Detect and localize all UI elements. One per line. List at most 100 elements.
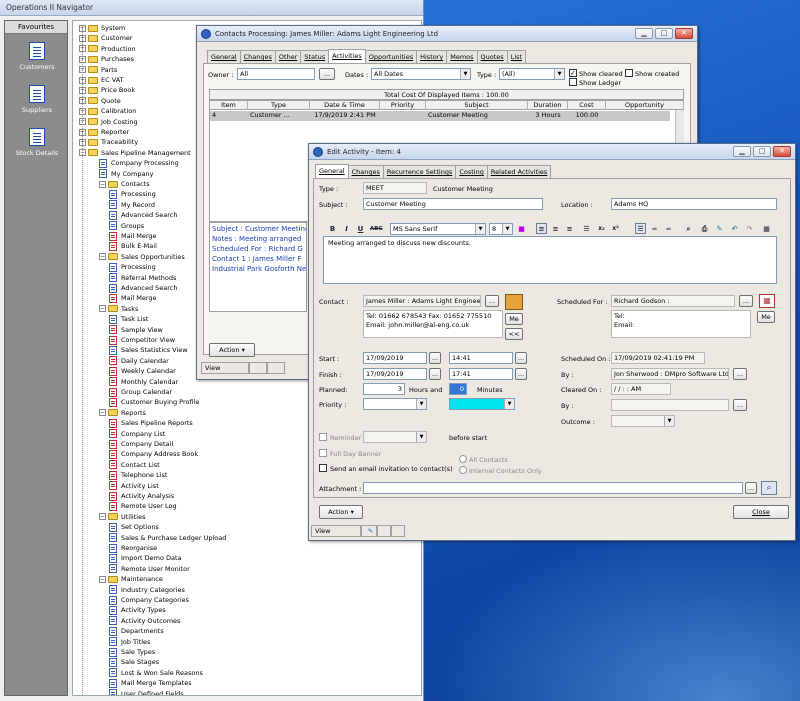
tree-item[interactable]: Processing [109, 189, 156, 199]
attachment-field[interactable] [363, 482, 743, 494]
tree-item[interactable]: Referral Methods [109, 273, 176, 283]
close-button[interactable]: ✕ [675, 28, 693, 39]
tree-item[interactable]: + Customer [79, 33, 133, 43]
tree-item[interactable]: Sales Pipeline Reports [109, 418, 193, 428]
align-left-icon[interactable]: ≡ [536, 223, 547, 234]
redo-icon[interactable]: ↷ [744, 223, 755, 234]
tree-item[interactable]: Competitor View [109, 335, 175, 345]
start-time-field[interactable]: 14:41 [449, 352, 513, 364]
show-cleared-checkbox[interactable]: ✓ [569, 69, 577, 77]
tree-item[interactable]: Company Address Book [109, 449, 198, 459]
superscript-icon[interactable]: x² [610, 223, 621, 234]
tree-item[interactable]: Mail Merge Templates [109, 678, 192, 688]
italic-button[interactable]: I [341, 223, 352, 234]
send-email-checkbox[interactable] [319, 464, 327, 472]
tab-memos[interactable]: Memos [446, 50, 478, 63]
show-ledger-checkbox[interactable] [569, 78, 577, 86]
maximize-button[interactable]: □ [655, 28, 673, 39]
font-name-select[interactable]: MS Sans Serif ▼ [390, 223, 486, 235]
tree-item[interactable]: + Quote [79, 96, 121, 106]
tab-changes[interactable]: Changes [347, 165, 384, 178]
tree-item[interactable]: Sales & Purchase Ledger Upload [109, 533, 226, 543]
reminder-checkbox[interactable] [319, 433, 327, 441]
subject-field[interactable]: Customer Meeting [363, 198, 543, 210]
column-header[interactable]: Cost [568, 101, 606, 110]
owner-field[interactable]: All [237, 68, 315, 80]
collapse-icon[interactable]: − [99, 575, 106, 583]
tree-item[interactable]: Sales Statistics View [109, 345, 188, 355]
tree-item[interactable]: Activity Types [109, 605, 166, 615]
tree-item[interactable]: Groups [109, 221, 144, 231]
close-dialog-button[interactable]: Close [733, 505, 789, 519]
tree-item[interactable]: Mail Merge [109, 293, 157, 303]
indent-left-icon[interactable]: ☰ [635, 223, 646, 234]
table-row[interactable]: 4 Customer ... 17/9/2019 2:41 PM Customer M… [210, 111, 670, 121]
strikethrough-button[interactable]: ABC [369, 223, 383, 234]
tree-item[interactable]: Bulk E-Mail [109, 241, 157, 251]
all-contacts-radio[interactable] [459, 455, 467, 463]
scheduled-for-field[interactable]: Richard Godson : [611, 295, 735, 307]
tree-item[interactable]: Remote User Log [109, 501, 177, 511]
tree-item[interactable]: Task List [109, 314, 148, 324]
tree-item[interactable]: Activity Analysis [109, 491, 174, 501]
close-button[interactable]: ✕ [773, 146, 791, 157]
font-size-select[interactable]: 8 ▼ [489, 223, 513, 235]
tree-item[interactable]: User Defined Fields [109, 689, 184, 695]
tree-item[interactable]: Sale Stages [109, 657, 159, 667]
tab-activities[interactable]: Activities [328, 49, 366, 63]
tree-item[interactable]: Advanced Search [109, 283, 178, 293]
tree-item[interactable]: Set Options [109, 522, 159, 532]
tab-related-activities[interactable]: Related Activities [486, 165, 552, 178]
tree-item[interactable]: + Purchases [79, 54, 134, 64]
column-header[interactable]: Priority [380, 101, 426, 110]
full-day-checkbox[interactable] [319, 449, 327, 457]
tree-item[interactable]: Company List [109, 429, 165, 439]
tree-item[interactable]: Processing [109, 262, 156, 272]
collapse-icon[interactable]: − [99, 180, 106, 188]
tree-item[interactable]: + Traceability [79, 137, 138, 147]
tree-item[interactable]: Mail Merge [109, 231, 157, 241]
tree-item[interactable]: Sample View [109, 325, 163, 335]
planned-hours-field[interactable]: 3 [363, 383, 405, 395]
outcome-select[interactable]: ▼ [611, 415, 675, 427]
tree-item[interactable]: − Sales Pipeline Management [79, 148, 191, 158]
print-icon[interactable]: ⎙ [699, 223, 710, 234]
favourite-customers[interactable]: Customers [5, 42, 69, 71]
contact-lookup-button[interactable]: ... [485, 295, 499, 307]
favourite-stock-details[interactable]: Stock Details [5, 128, 69, 157]
tree-item[interactable]: + System [79, 23, 125, 33]
column-header[interactable]: Date & Time [310, 101, 380, 110]
tree-item[interactable]: Company Detail [109, 439, 173, 449]
collapse-icon[interactable]: − [99, 305, 106, 313]
spellcheck-icon[interactable]: ✎ [714, 223, 725, 234]
tree-item[interactable]: Lost & Won Sale Reasons [109, 668, 203, 678]
tree-item[interactable]: Sale Types [109, 647, 155, 657]
tree-item[interactable]: Remote User Monitor [109, 564, 190, 574]
show-created-checkbox[interactable] [625, 69, 633, 77]
column-header[interactable]: Type [248, 101, 310, 110]
bullets-icon[interactable]: ☰ [581, 223, 592, 234]
tree-item[interactable]: Activity List [109, 481, 159, 491]
calendar-icon[interactable]: ▦ [759, 294, 775, 308]
tree-item[interactable]: − Contacts [99, 179, 150, 189]
maximize-button[interactable]: □ [753, 146, 771, 157]
tree-item[interactable]: Industry Categories [109, 585, 185, 595]
paragraph-icon[interactable]: ▦ [761, 223, 772, 234]
tab-other[interactable]: Other [274, 50, 302, 63]
tree-item[interactable]: − Utilities [99, 512, 145, 522]
tree-item[interactable]: Departments [109, 626, 164, 636]
tree-item[interactable]: Job Titles [109, 637, 150, 647]
contact-me-button[interactable]: Me [505, 313, 523, 325]
tab-opportunities[interactable]: Opportunities [364, 50, 418, 63]
tree-item[interactable]: − Tasks [99, 304, 138, 314]
align-center-icon[interactable]: ≡ [550, 223, 561, 234]
font-color-icon[interactable]: ■ [516, 223, 527, 234]
column-header[interactable]: Duration [528, 101, 568, 110]
reminder-select[interactable]: ▼ [363, 431, 427, 443]
favourite-suppliers[interactable]: Suppliers [5, 85, 69, 114]
tab-quotes[interactable]: Quotes [476, 50, 508, 63]
priority-select[interactable]: ▼ [363, 398, 427, 410]
tab-recurrence-settings[interactable]: Recurrence Settings [382, 165, 457, 178]
type-code-field[interactable]: MEET [363, 182, 427, 194]
dates-select[interactable]: All Dates ▼ [371, 68, 471, 80]
